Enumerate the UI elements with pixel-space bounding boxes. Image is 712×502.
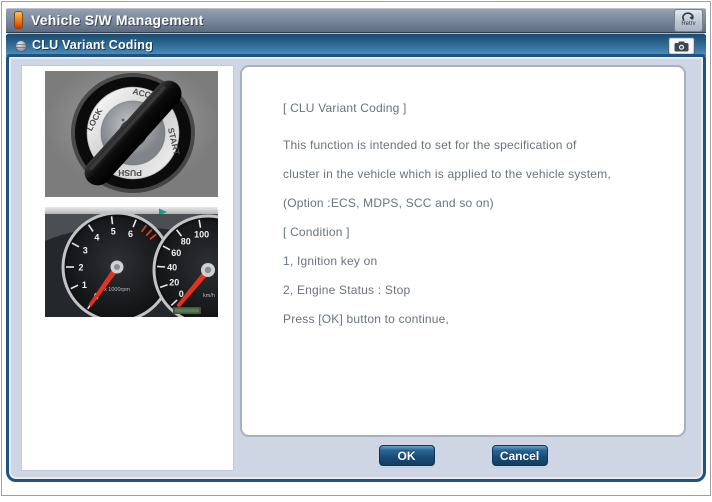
cluster-image: 0 1 2 3 4 5 6 x 1000rpm bbox=[45, 207, 218, 322]
title-bar: Vehicle S/W Management Retrv bbox=[6, 8, 706, 33]
dialog-content: LOCK ACC START PUSH bbox=[6, 54, 706, 482]
condition-heading: [ Condition ] bbox=[283, 218, 656, 247]
description-line: cluster in the vehicle which is applied … bbox=[283, 160, 656, 189]
tach-number: 6 bbox=[128, 229, 133, 239]
tach-number: 3 bbox=[83, 246, 88, 256]
dialog-title-bar: CLU Variant Coding bbox=[6, 33, 706, 56]
speed-number: 60 bbox=[171, 248, 181, 258]
description-line: This function is intended to set for the… bbox=[283, 131, 656, 160]
cancel-button[interactable]: Cancel bbox=[492, 445, 548, 466]
speed-number: 20 bbox=[169, 277, 179, 287]
button-row: OK Cancel bbox=[240, 445, 686, 466]
condition-item: 1, Ignition key on bbox=[283, 247, 656, 276]
description-line: (Option :ECS, MDPS, SCC and so on) bbox=[283, 189, 656, 218]
app-window: Vehicle S/W Management Retrv CLU Variant… bbox=[1, 1, 711, 496]
tach-number: 1 bbox=[82, 280, 87, 290]
speed-unit-label: km/h bbox=[203, 293, 215, 299]
speed-number: 80 bbox=[181, 237, 191, 247]
speed-number: 100 bbox=[194, 230, 209, 240]
retry-button[interactable]: Retrv bbox=[674, 9, 703, 32]
ignition-switch-image: LOCK ACC START PUSH bbox=[45, 71, 218, 202]
screenshot-button[interactable] bbox=[668, 37, 695, 55]
press-note: Press [OK] button to continue, bbox=[283, 305, 656, 334]
tach-number: 2 bbox=[78, 263, 83, 273]
ok-button[interactable]: OK bbox=[379, 445, 435, 466]
ignition-label-push: PUSH bbox=[118, 168, 142, 178]
illustration-panel: LOCK ACC START PUSH bbox=[21, 65, 234, 471]
speed-number: 40 bbox=[167, 263, 177, 273]
window-title: Vehicle S/W Management bbox=[31, 12, 203, 28]
tach-number: 4 bbox=[94, 233, 99, 243]
instruction-panel: [ CLU Variant Coding ] This function is … bbox=[240, 65, 686, 437]
app-icon bbox=[15, 12, 22, 28]
tach-number: 5 bbox=[111, 227, 116, 237]
camera-icon bbox=[674, 41, 689, 52]
dialog-title: CLU Variant Coding bbox=[32, 38, 153, 52]
condition-item: 2, Engine Status : Stop bbox=[283, 276, 656, 305]
tach-unit-label: x 1000rpm bbox=[104, 287, 130, 293]
retry-button-label: Retrv bbox=[675, 21, 702, 27]
instruction-heading: [ CLU Variant Coding ] bbox=[283, 94, 656, 123]
